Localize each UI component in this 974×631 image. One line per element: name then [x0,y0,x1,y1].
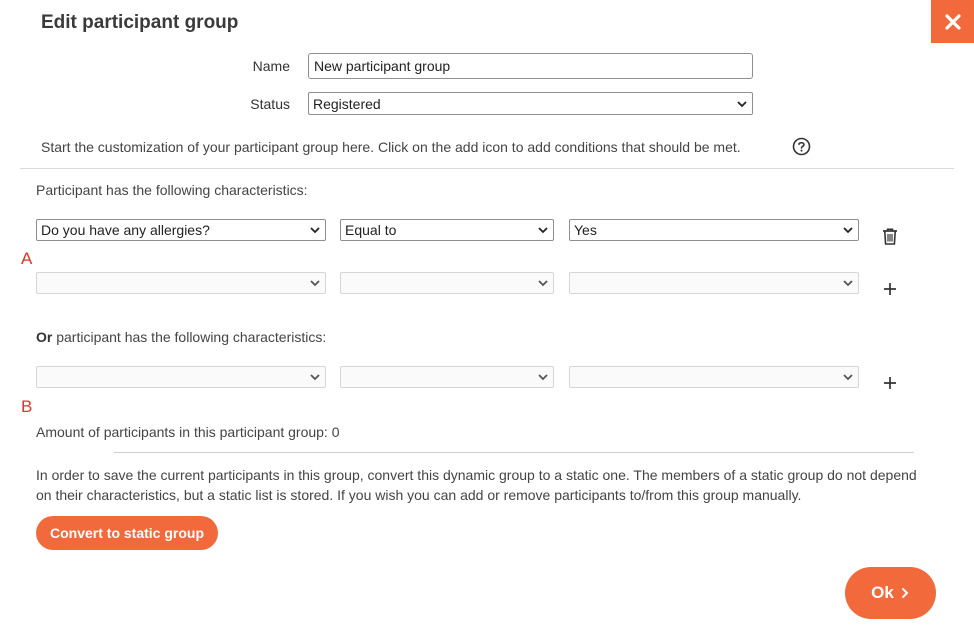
convert-to-static-button[interactable]: Convert to static group [36,516,219,550]
group-a-heading: Participant has the following characteri… [36,182,308,198]
plus-icon [884,283,896,295]
chevron-down-icon [538,374,548,381]
name-label: Name [252,58,290,74]
new-condition-operator-select[interactable] [340,272,554,294]
add-or-condition-button[interactable] [880,373,900,393]
section-divider [20,168,954,169]
condition-question-value: Do you have any allergies? [41,222,210,238]
chevron-down-icon [538,280,548,287]
plus-icon [884,377,896,389]
static-group-info: In order to save the current participant… [36,467,917,503]
status-select[interactable]: Registered [308,92,753,115]
count-divider [114,452,914,453]
chevron-down-icon [843,227,853,234]
close-button[interactable] [931,0,974,43]
chevron-down-icon [538,227,548,234]
condition-operator-select[interactable]: Equal to [340,219,554,241]
chevron-down-icon [310,227,320,234]
group-b-heading-rest: participant has the following characteri… [52,329,327,345]
name-input[interactable] [308,53,753,79]
or-condition-operator-select[interactable] [340,366,554,388]
group-a-marker: A [21,249,33,268]
new-condition-question-select[interactable] [36,272,326,294]
chevron-down-icon [310,374,320,381]
participant-count: Amount of participants in this participa… [36,424,340,440]
chevron-down-icon [737,100,747,107]
chevron-down-icon [843,280,853,287]
status-select-value: Registered [313,95,381,112]
chevron-right-icon [901,588,909,598]
dialog-title: Edit participant group [41,12,239,33]
new-condition-value-select[interactable] [569,272,859,294]
trash-icon [883,227,897,245]
help-button[interactable] [791,136,811,156]
chevron-down-icon [310,280,320,287]
or-condition-question-select[interactable] [36,366,326,388]
group-b-marker: B [21,397,33,416]
group-b-heading: Or participant has the following charact… [36,329,326,345]
delete-condition-button[interactable] [879,225,901,247]
condition-value-select[interactable]: Yes [569,219,859,241]
add-condition-button[interactable] [880,279,900,299]
chevron-down-icon [843,374,853,381]
help-circle-icon [792,137,810,155]
condition-operator-value: Equal to [345,222,397,238]
close-icon [944,13,961,30]
or-condition-value-select[interactable] [569,366,859,388]
status-label: Status [250,96,290,112]
condition-question-select[interactable]: Do you have any allergies? [36,219,326,241]
group-b-heading-bold: Or [36,329,53,345]
ok-button[interactable]: Ok [845,567,936,619]
ok-button-label: Ok [871,583,894,602]
intro-text: Start the customization of your particip… [41,139,741,155]
condition-value-value: Yes [574,222,597,238]
